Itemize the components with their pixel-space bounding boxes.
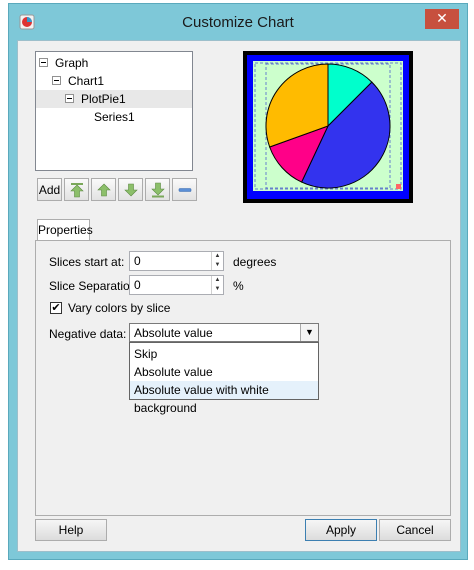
remove-icon (178, 187, 191, 192)
pie-slices (265, 63, 391, 189)
collapse-icon[interactable] (39, 58, 48, 67)
slice-separation-spinner[interactable]: 0 ▲ ▼ (129, 275, 224, 295)
negative-data-select[interactable]: Absolute value ▼ (129, 323, 319, 342)
move-up-icon (96, 183, 111, 196)
slice-separation-unit: % (233, 279, 244, 293)
move-down-button[interactable] (118, 178, 143, 201)
slice-separation-label: Slice Separation: (49, 279, 140, 293)
move-bottom-icon (150, 182, 165, 197)
tree-item-label: Chart1 (68, 74, 105, 88)
apply-button[interactable]: Apply (305, 519, 377, 541)
move-top-button[interactable] (64, 178, 89, 201)
move-up-button[interactable] (91, 178, 116, 201)
preview-pie-chart (254, 62, 402, 190)
dropdown-option-absolute-white[interactable]: Absolute value with white background (130, 381, 318, 415)
add-button-label: Add (38, 182, 61, 197)
chart-tree-view[interactable]: Graph Chart1 PlotPie1 Series1 (35, 51, 193, 171)
tree-item-graph[interactable]: Graph (36, 54, 192, 72)
slices-start-spinner[interactable]: 0 ▲ ▼ (129, 251, 224, 271)
cancel-button-label: Cancel (396, 523, 434, 537)
tree-item-chart1[interactable]: Chart1 (36, 72, 192, 90)
move-top-icon (69, 182, 84, 197)
tab-label: Properties (38, 223, 93, 237)
negative-data-label: Negative data: (49, 327, 127, 341)
spinner-buttons: ▲ ▼ (211, 276, 223, 294)
move-down-icon (123, 183, 138, 196)
window-title: Customize Chart (182, 14, 294, 31)
customize-chart-window: Customize Chart ✕ Graph Chart1 PlotPie1 … (8, 3, 468, 560)
move-bottom-button[interactable] (145, 178, 170, 201)
check-icon: ✔ (51, 302, 61, 314)
spin-down-icon[interactable]: ▼ (212, 261, 223, 270)
tree-item-series1[interactable]: Series1 (36, 108, 192, 126)
collapse-icon[interactable] (65, 94, 74, 103)
collapse-icon[interactable] (52, 76, 61, 85)
negative-data-dropdown: Skip Absolute value Absolute value with … (129, 342, 319, 415)
dropdown-option-absolute-value[interactable]: Absolute value (130, 363, 318, 381)
chart-preview (243, 51, 413, 203)
preview-plot-area (253, 61, 403, 191)
tab-properties[interactable]: Properties (37, 219, 93, 241)
spin-down-icon[interactable]: ▼ (212, 285, 223, 294)
remove-button[interactable] (172, 178, 197, 201)
tree-item-plotpie1[interactable]: PlotPie1 (36, 90, 192, 108)
close-button[interactable]: ✕ (425, 9, 459, 29)
cancel-button[interactable]: Cancel (379, 519, 451, 541)
vary-colors-label[interactable]: Vary colors by slice (68, 301, 170, 315)
title-bar[interactable]: Customize Chart ✕ (9, 4, 467, 40)
spinner-buttons: ▲ ▼ (211, 252, 223, 270)
tree-item-label: Series1 (94, 110, 135, 124)
resize-handle[interactable] (396, 184, 401, 189)
slices-start-label: Slices start at: (49, 255, 125, 269)
tree-item-label: Graph (55, 56, 89, 70)
preview-frame (247, 55, 409, 199)
negative-data-value: Absolute value (134, 326, 213, 340)
spin-up-icon[interactable]: ▲ (212, 252, 223, 261)
dialog-client-area: Graph Chart1 PlotPie1 Series1 Add Proper… (17, 40, 461, 552)
slice-separation-value: 0 (134, 278, 141, 292)
dropdown-option-skip[interactable]: Skip (130, 345, 318, 363)
spin-up-icon[interactable]: ▲ (212, 276, 223, 285)
vary-colors-checkbox[interactable]: ✔ (50, 302, 62, 314)
help-button-label: Help (58, 523, 84, 537)
add-button[interactable]: Add (37, 178, 62, 201)
close-icon: ✕ (436, 10, 448, 26)
apply-button-label: Apply (325, 523, 357, 537)
slices-start-value: 0 (134, 254, 141, 268)
tree-item-label: PlotPie1 (81, 92, 126, 106)
help-button[interactable]: Help (35, 519, 107, 541)
slices-start-unit: degrees (233, 255, 277, 269)
chevron-down-icon[interactable]: ▼ (300, 324, 318, 341)
